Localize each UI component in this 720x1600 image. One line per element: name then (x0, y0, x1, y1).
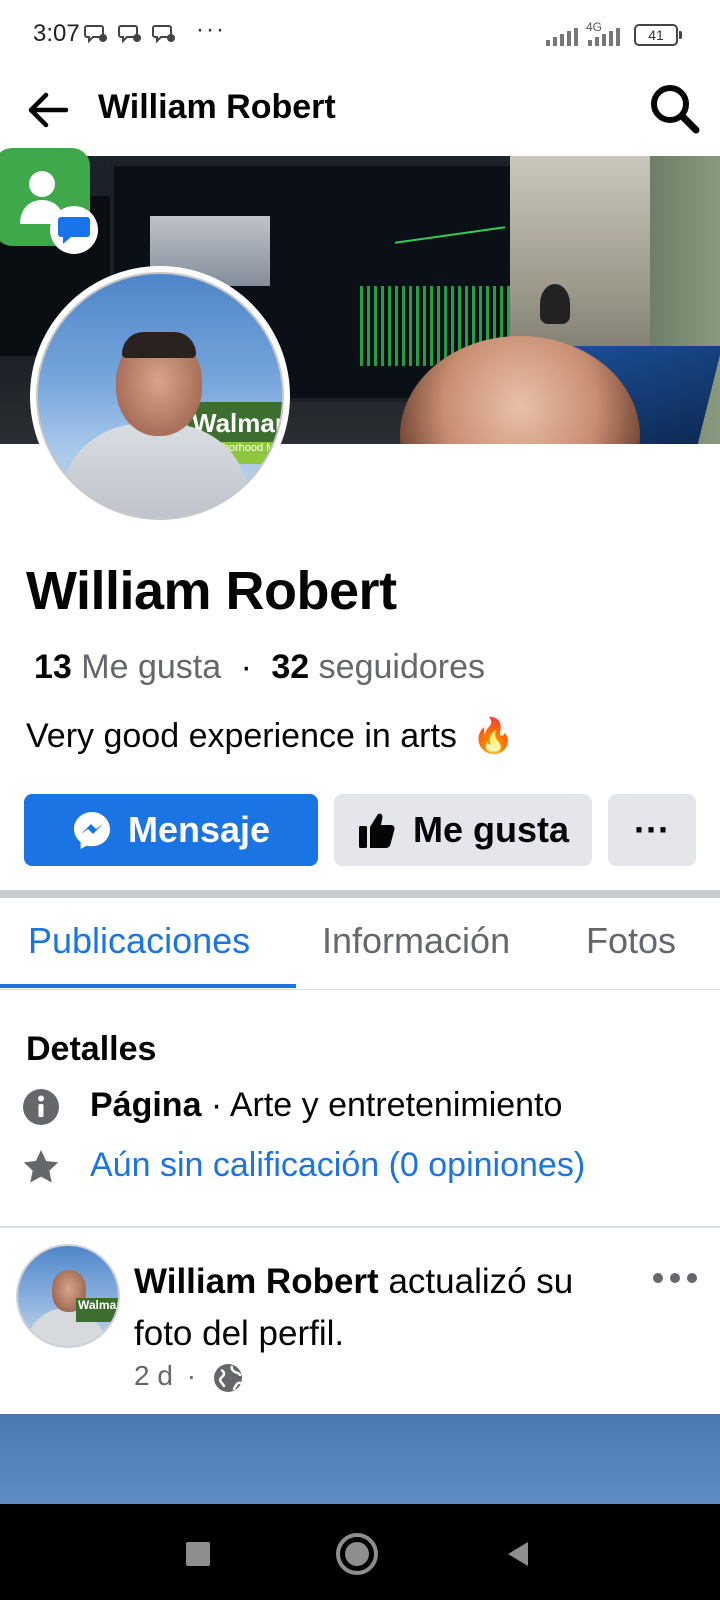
profile-photo-hair (122, 332, 196, 358)
tab-fotos[interactable]: Fotos (586, 920, 676, 962)
profile-picture[interactable]: Walmart Neighborhood Market (30, 266, 290, 526)
details-heading: Detalles (26, 1030, 157, 1068)
messenger-notification-icon (152, 25, 175, 44)
section-divider (0, 1226, 720, 1228)
post-author[interactable]: William Robert (134, 1262, 379, 1301)
detail-category-text: Página · Arte y entretenimiento (90, 1086, 562, 1125)
avatar-sign: Walmart (76, 1298, 118, 1322)
post-meta: 2 d · (134, 1360, 244, 1394)
back-triangle-icon[interactable] (498, 1534, 538, 1574)
message-badge (50, 206, 98, 254)
profile-name: William Robert (26, 561, 397, 621)
post-meta-separator: · (186, 1360, 197, 1391)
likes-count: 13 (34, 648, 72, 686)
more-notifications-indicator: ··· (196, 16, 226, 43)
messenger-icon (73, 812, 110, 849)
profile-bio: Very good experience in arts 🔥 (26, 716, 515, 756)
category-type: Página (90, 1086, 202, 1124)
battery-level: 41 (648, 27, 664, 43)
status-bar: 3:07 ··· 4G 41 (0, 0, 720, 70)
more-actions-button[interactable]: ··· (608, 794, 696, 866)
profile-stats: 13 Me gusta · 32 seguidores (34, 648, 485, 687)
category-name: · Arte y entretenimiento (201, 1086, 563, 1124)
likes-label: Me gusta (81, 648, 222, 686)
like-button-label: Me gusta (412, 809, 570, 850)
messenger-notification-icon (84, 25, 107, 44)
home-icon[interactable] (334, 1531, 380, 1577)
thumbs-up-icon (358, 813, 395, 848)
profile-photo: Walmart Neighborhood Market (36, 272, 284, 520)
chat-bubble-icon (58, 217, 90, 244)
search-icon[interactable] (646, 80, 704, 138)
post-image[interactable] (0, 1414, 720, 1504)
status-time: 3:07 (33, 20, 80, 47)
more-actions-label: ··· (634, 809, 670, 850)
post-time[interactable]: 2 d (134, 1360, 173, 1391)
system-nav-bar (0, 1504, 720, 1600)
page-title: William Robert (98, 88, 336, 126)
tab-publicaciones[interactable]: Publicaciones (28, 920, 250, 962)
rating-link[interactable]: Aún sin calificación (0 opiniones) (90, 1146, 585, 1185)
stats-separator: · (240, 648, 252, 686)
section-divider (0, 890, 720, 898)
followers-count: 32 (271, 648, 310, 686)
battery-icon: 41 (634, 24, 682, 46)
messenger-notification-icon (118, 25, 141, 44)
tab-informacion[interactable]: Información (322, 920, 510, 962)
bio-text: Very good experience in arts (26, 717, 457, 755)
profile-tabs: Publicaciones Información Fotos (0, 898, 720, 990)
signal-strength-icon (588, 26, 620, 46)
globe-icon (213, 1363, 242, 1392)
arrow-left-icon[interactable] (22, 84, 74, 136)
cover-lamp (540, 284, 570, 324)
message-button-label: Mensaje (127, 809, 271, 850)
info-icon (23, 1089, 59, 1125)
message-button[interactable]: Mensaje (24, 794, 318, 866)
active-tab-indicator (0, 984, 296, 988)
avatar[interactable]: Walmart (16, 1244, 120, 1348)
fire-emoji-icon: 🔥 (472, 717, 515, 755)
like-page-button[interactable]: Me gusta (334, 794, 592, 866)
app-bar: William Robert (0, 70, 720, 156)
post-options-icon[interactable] (650, 1266, 700, 1290)
star-icon (23, 1150, 59, 1183)
signal-strength-icon (546, 26, 578, 46)
followers-label: seguidores (318, 648, 485, 686)
post-header-text: William Robert actualizó su foto del per… (134, 1256, 634, 1360)
recent-apps-icon[interactable] (178, 1534, 218, 1574)
